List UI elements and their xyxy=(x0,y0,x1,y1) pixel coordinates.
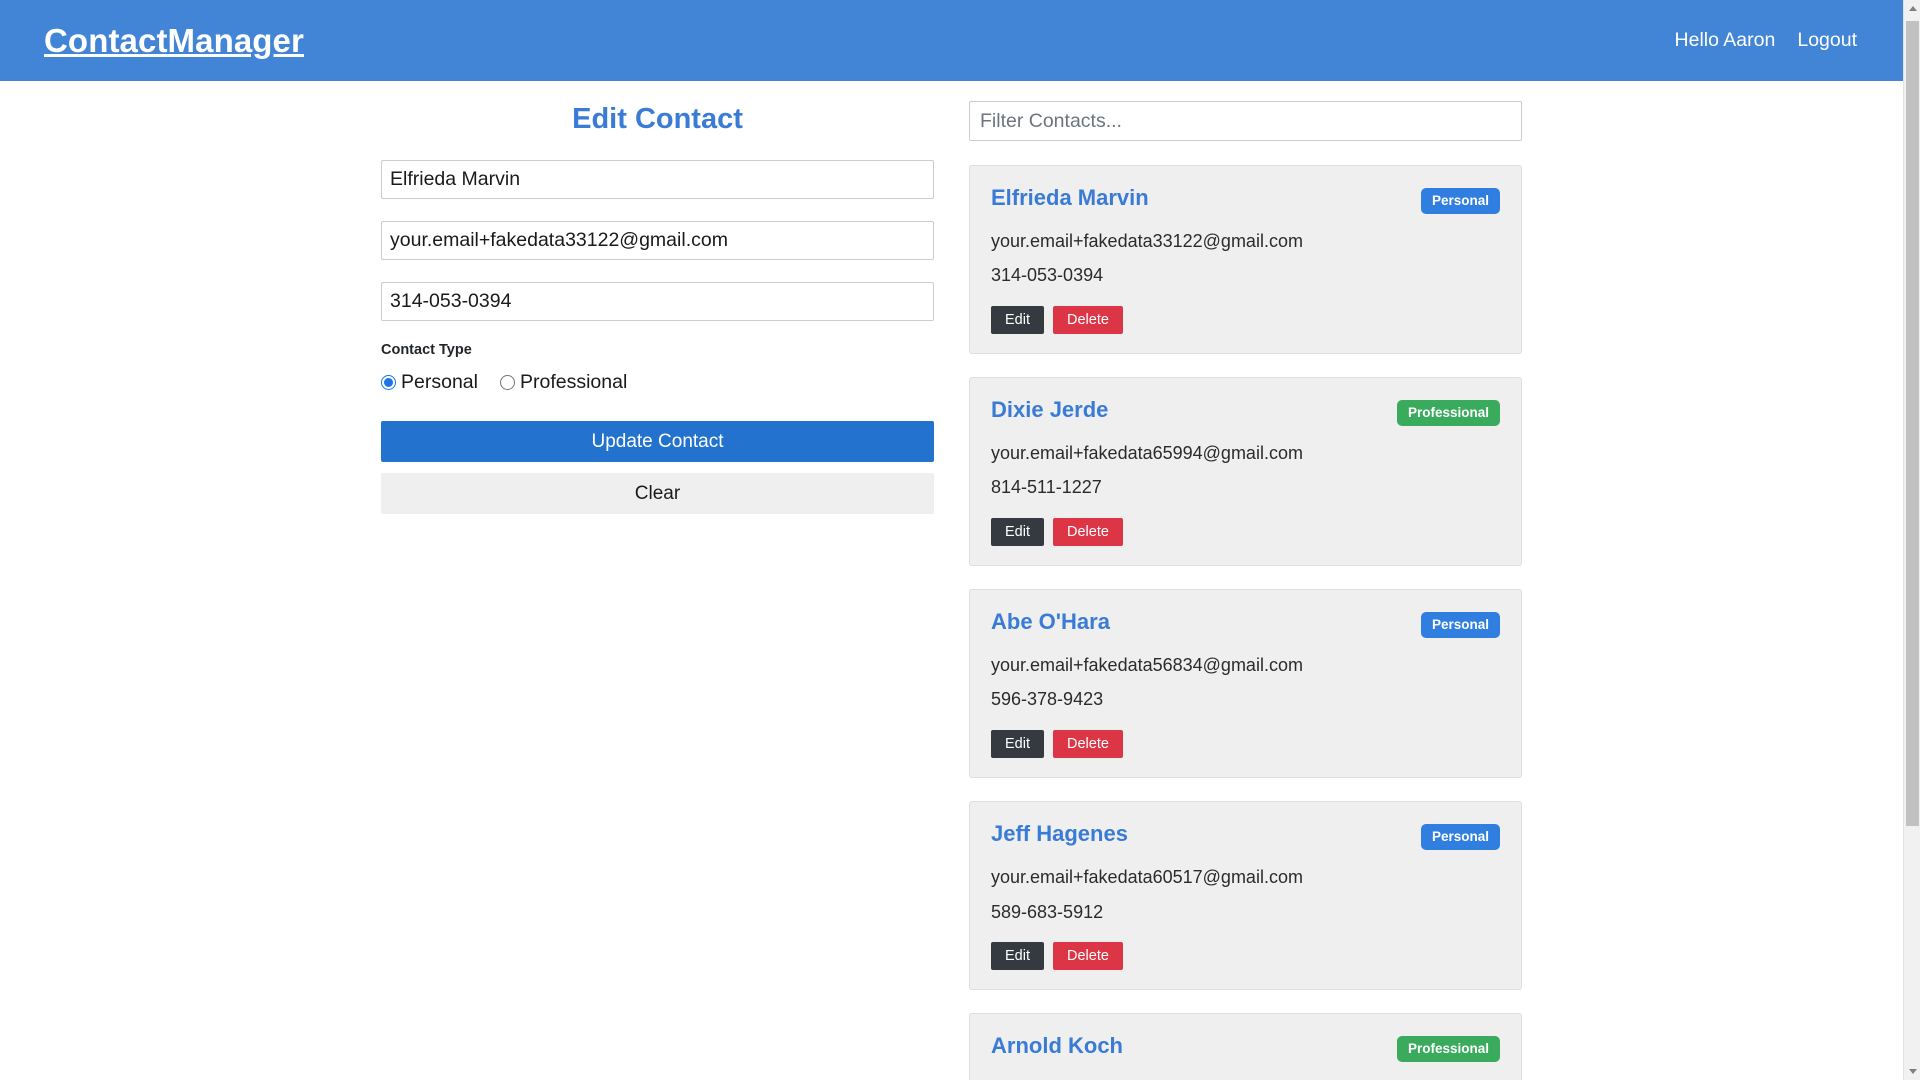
radio-professional-label: Professional xyxy=(519,371,628,394)
update-contact-button[interactable]: Update Contact xyxy=(381,421,934,463)
radio-personal-input[interactable] xyxy=(381,375,396,391)
contact-phone: 596-378-9423 xyxy=(991,689,1104,710)
contact-type-badge: Personal xyxy=(1420,824,1500,850)
contact-card-header: Arnold Koch Professional xyxy=(991,1034,1500,1062)
page-scrollbar[interactable] xyxy=(1903,0,1920,1080)
navbar-links: Hello Aaron Logout xyxy=(1675,30,1857,51)
contact-card-actions: Edit Delete xyxy=(991,518,1500,547)
radio-option-professional[interactable]: Professional xyxy=(499,371,628,394)
phone-input[interactable] xyxy=(381,281,934,321)
name-input[interactable] xyxy=(381,159,934,199)
contact-name: Arnold Koch xyxy=(991,1033,1123,1059)
contact-card: Elfrieda Marvin Personal your.email+fakeda… xyxy=(969,165,1522,355)
radio-professional-input[interactable] xyxy=(499,375,515,391)
app-page: ContactManager Hello Aaron Logout Edit C… xyxy=(0,0,1920,1080)
form-title: Edit Contact xyxy=(572,103,743,135)
contact-card: Jeff Hagenes Personal your.email+fakedata6… xyxy=(969,801,1522,991)
edit-contact-button[interactable]: Edit xyxy=(991,942,1044,971)
contact-email: your.email+fakedata65994@gmail.com xyxy=(991,442,1303,463)
contact-form: Edit Contact Contact Type Personal Profe… xyxy=(381,102,934,515)
contact-type-badge: Professional xyxy=(1396,1036,1500,1062)
contact-name: Dixie Jerde xyxy=(991,397,1109,423)
contact-card: Arnold KochProfessionalyour.email+fakeda… xyxy=(969,1013,1522,1080)
contact-email: your.email+fakedata60517@gmail.com xyxy=(991,866,1303,887)
filter-contacts-input[interactable] xyxy=(969,101,1522,141)
contact-card-header: Elfrieda Marvin Personal xyxy=(991,185,1500,214)
delete-contact-button[interactable]: Delete xyxy=(1053,942,1123,971)
contact-card-header: Abe O'Hara Personal xyxy=(991,609,1500,638)
edit-contact-button[interactable]: Edit xyxy=(991,730,1044,759)
contact-phone: 814-511-1227 xyxy=(991,477,1102,498)
contact-type-badge: Professional xyxy=(1396,400,1500,426)
edit-contact-button[interactable]: Edit xyxy=(991,306,1044,335)
edit-contact-button[interactable]: Edit xyxy=(991,518,1044,547)
logout-link[interactable]: Logout xyxy=(1797,30,1857,51)
contact-phone: 314-053-0394 xyxy=(991,265,1104,286)
contact-email: your.email+fakedata56834@gmail.com xyxy=(991,654,1303,675)
contact-name: Jeff Hagenes xyxy=(991,821,1128,847)
contact-card-header: Dixie Jerde Professional xyxy=(991,397,1500,426)
contact-type-badge: Personal xyxy=(1420,612,1500,638)
app-brand-link[interactable]: ContactManager xyxy=(44,24,304,57)
scroll-up-arrow-icon[interactable] xyxy=(1904,0,1920,17)
radio-option-personal[interactable]: Personal xyxy=(381,371,478,394)
contact-card-actions: Edit Delete xyxy=(991,942,1500,971)
contacts-panel: Elfrieda Marvin Personal your.email+fakeda… xyxy=(969,101,1522,1080)
contact-name: Abe O'Hara xyxy=(991,609,1110,635)
delete-contact-button[interactable]: Delete xyxy=(1053,306,1123,335)
contact-type-badge: Personal xyxy=(1420,188,1500,214)
contact-card: Dixie Jerde Professional your.email+fakeda… xyxy=(969,377,1522,567)
contact-type-radio-group: Personal Professional xyxy=(381,371,934,394)
email-input[interactable] xyxy=(381,220,934,260)
contact-type-label: Contact Type xyxy=(381,341,472,358)
delete-contact-button[interactable]: Delete xyxy=(1053,730,1123,759)
main-content: Edit Contact Contact Type Personal Profe… xyxy=(0,81,1903,1080)
clear-button[interactable]: Clear xyxy=(381,473,934,515)
top-navbar: ContactManager Hello Aaron Logout xyxy=(0,0,1903,81)
contact-card-actions: Edit Delete xyxy=(991,306,1500,335)
delete-contact-button[interactable]: Delete xyxy=(1053,518,1123,547)
contact-name: Elfrieda Marvin xyxy=(991,185,1149,210)
contact-card-header: Jeff Hagenes Personal xyxy=(991,822,1500,850)
scrollbar-thumb[interactable] xyxy=(1906,21,1919,826)
contact-card-actions: Edit Delete xyxy=(991,730,1500,759)
contact-card: Abe O'Hara Personal your.email+fakedata568… xyxy=(969,589,1522,779)
scroll-down-arrow-icon[interactable] xyxy=(1904,1063,1920,1080)
contact-phone: 589-683-5912 xyxy=(991,901,1104,922)
contact-card-list: Elfrieda Marvin Personal your.email+fakeda… xyxy=(969,165,1522,1080)
radio-personal-label: Personal xyxy=(401,371,478,394)
contact-email: your.email+fakedata33122@gmail.com xyxy=(991,230,1303,251)
greeting-link[interactable]: Hello Aaron xyxy=(1675,30,1776,51)
